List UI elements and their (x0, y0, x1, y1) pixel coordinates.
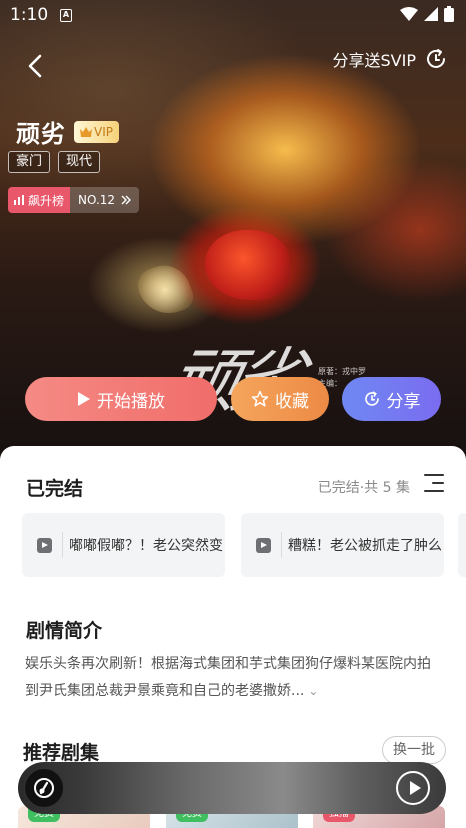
wifi-icon (400, 7, 418, 21)
share-svip-label: 分享送SVIP (332, 51, 416, 70)
status-icons (400, 6, 454, 22)
episode-title: 糟糕！老公被抓走了肿么 (288, 538, 442, 554)
rank-label: 飙升榜 (28, 193, 65, 208)
rank-badge[interactable]: 飙升榜 NO.12 (8, 187, 140, 213)
favorite-button[interactable]: 收藏 (231, 377, 329, 421)
music-note-icon (34, 778, 54, 798)
status-bar: 1:10 A (0, 0, 466, 32)
divider (62, 532, 63, 558)
action-row: 开始播放 收藏 分享 (0, 377, 466, 421)
vip-badge: VIP (74, 120, 119, 143)
play-icon (78, 392, 90, 406)
vip-label: VIP (94, 124, 113, 139)
chevron-left-icon (28, 54, 42, 78)
star-icon (251, 390, 269, 407)
episode-card[interactable]: 嘟嘟假嘟？！老公突然变 (22, 513, 225, 577)
play-label: 开始播放 (97, 391, 165, 412)
rose-decoration (205, 230, 290, 300)
play-button[interactable]: 开始播放 (25, 377, 217, 421)
mini-player[interactable] (18, 762, 446, 814)
play-square-icon (37, 537, 52, 553)
chevron-down-icon[interactable]: ⌄ (308, 678, 318, 705)
recommend-title: 推荐剧集 (23, 742, 100, 764)
tag-list: 豪门 现代 (8, 151, 101, 173)
signal-icon (424, 7, 438, 21)
bar-chart-icon (14, 195, 24, 205)
rank-label-box: 飙升榜 (8, 187, 71, 213)
title-row: 顽劣 VIP (16, 114, 119, 149)
synopsis-text-block[interactable]: 娱乐头条再次刷新！根据海式集团和芋式集团狗仔爆料某医院内拍到尹氏集团总裁尹景乘竟… (25, 651, 440, 705)
butterfly-decoration (132, 257, 198, 323)
episode-title: 嘟嘟假嘟？！老公突然变 (69, 538, 223, 554)
share-svip-button[interactable]: 分享送SVIP (333, 45, 448, 73)
favorite-label: 收藏 (275, 391, 309, 412)
rank-value-box: NO.12 (70, 187, 140, 213)
episodes-title: 已完结 (26, 478, 84, 500)
share-button[interactable]: 分享 (342, 377, 441, 421)
share-circle-icon (364, 391, 379, 406)
synopsis-text: 娱乐头条再次刷新！根据海式集团和芋式集团狗仔爆料某医院内拍到尹氏集团总裁尹景乘竟… (25, 656, 431, 699)
tag-item[interactable]: 豪门 (8, 151, 51, 173)
crown-icon (80, 126, 92, 137)
tag-item[interactable]: 现代 (58, 151, 101, 173)
rank-value: NO.12 (78, 193, 116, 207)
play-square-icon (256, 537, 271, 553)
divider (281, 532, 282, 558)
share-label: 分享 (386, 391, 421, 412)
episode-list-icon[interactable] (424, 474, 444, 492)
episode-card-partial[interactable] (458, 513, 466, 577)
synopsis-title: 剧情简介 (26, 620, 103, 642)
status-time: 1:10 (10, 5, 49, 25)
drama-title: 顽劣 (16, 120, 66, 148)
episode-card[interactable]: 糟糕！老公被抓走了肿么 (241, 513, 444, 577)
battery-icon (444, 6, 454, 22)
mini-play-button[interactable] (396, 771, 430, 805)
share-circle-icon (427, 49, 445, 68)
double-chevron-right-icon (121, 195, 132, 205)
episodes-status: 已完结·共 5 集 (317, 480, 410, 496)
notification-icon: A (60, 9, 72, 22)
back-button[interactable] (22, 50, 50, 82)
refresh-button[interactable]: 换一批 (382, 736, 446, 764)
music-disc-icon[interactable] (24, 768, 64, 808)
